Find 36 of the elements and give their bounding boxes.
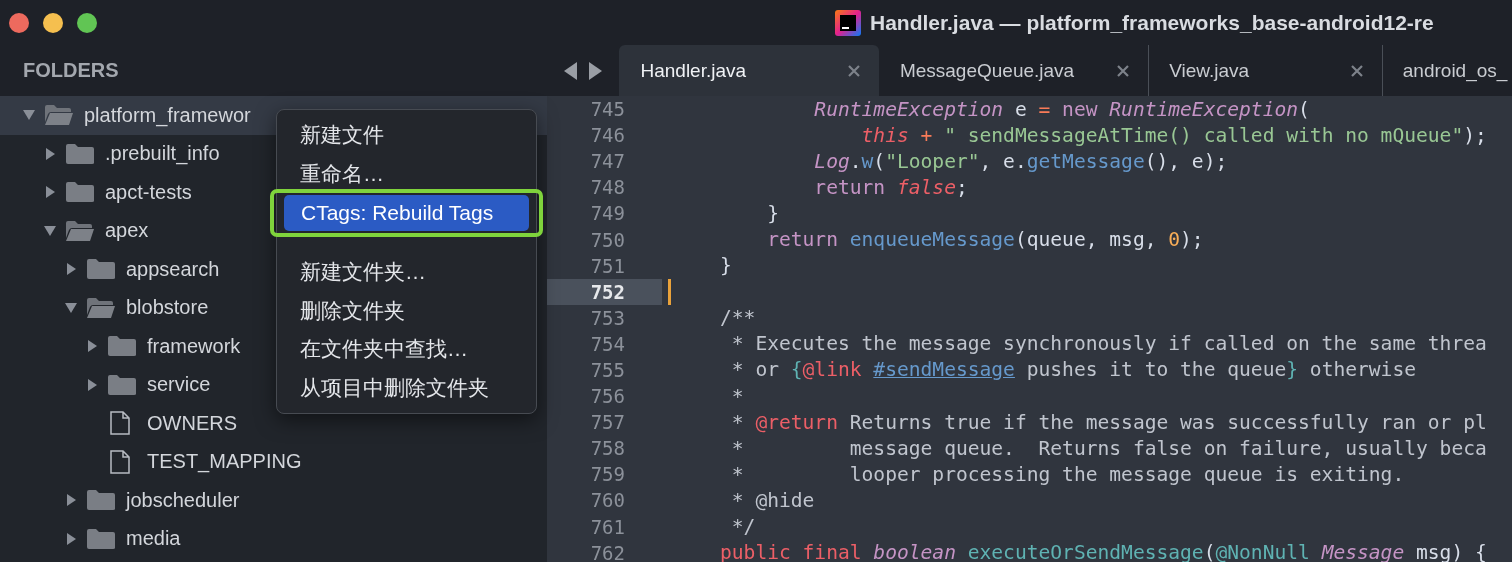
code-line: * message queue. Returns false on failure, usually beca <box>730 436 1487 460</box>
code-line: * or {@link #sendMessage pushes it to the queue} otherwise <box>730 358 1416 382</box>
code-line: */ <box>730 515 756 539</box>
code-line: this + " sendMessageAtTime() called with no mQueue"); <box>860 123 1487 147</box>
line-number: 745 <box>589 97 626 123</box>
line-number: 756 <box>589 384 626 410</box>
line-number: 750 <box>589 227 626 253</box>
sidebar-heading: FOLDERS <box>0 45 547 96</box>
line-number: 749 <box>589 201 626 227</box>
code-line: RuntimeException e = new RuntimeException( <box>813 97 1310 121</box>
line-number: 746 <box>589 123 626 149</box>
code-line: * @return Returns true if the message was successfully ran or pl <box>730 410 1487 434</box>
code-line: return enqueueMessage(queue, msg, 0); <box>766 228 1204 251</box>
line-number: 747 <box>589 149 626 175</box>
line-number: 751 <box>589 253 626 279</box>
code-line: * <box>730 384 744 408</box>
line-number: 748 <box>589 175 626 201</box>
line-number: 757 <box>589 410 626 436</box>
line-number: 752 <box>547 278 662 305</box>
line-number: 755 <box>589 358 626 383</box>
code-line: * @hide <box>730 488 815 512</box>
code-line: * Executes the message synchronously if called on the same threa <box>730 332 1487 356</box>
line-number: 762 <box>589 540 626 562</box>
line-number: 759 <box>589 462 626 488</box>
code-line: /** <box>720 306 756 330</box>
code-line: } <box>720 254 732 278</box>
code-line: } <box>766 201 779 225</box>
code-line: * looper processing the message queue is exiting. <box>730 462 1405 486</box>
line-number: 761 <box>589 514 626 540</box>
line-number: 753 <box>589 305 626 331</box>
code-line: return false; <box>813 175 968 199</box>
window-title: Handler.java — platform_frameworks_base-android12-re <box>870 10 1434 35</box>
line-number: 758 <box>589 436 626 462</box>
line-number: 760 <box>589 488 626 514</box>
code-line: Log.w("Looper", e.getMessage(), e); <box>813 149 1228 173</box>
line-number: 754 <box>589 331 626 357</box>
